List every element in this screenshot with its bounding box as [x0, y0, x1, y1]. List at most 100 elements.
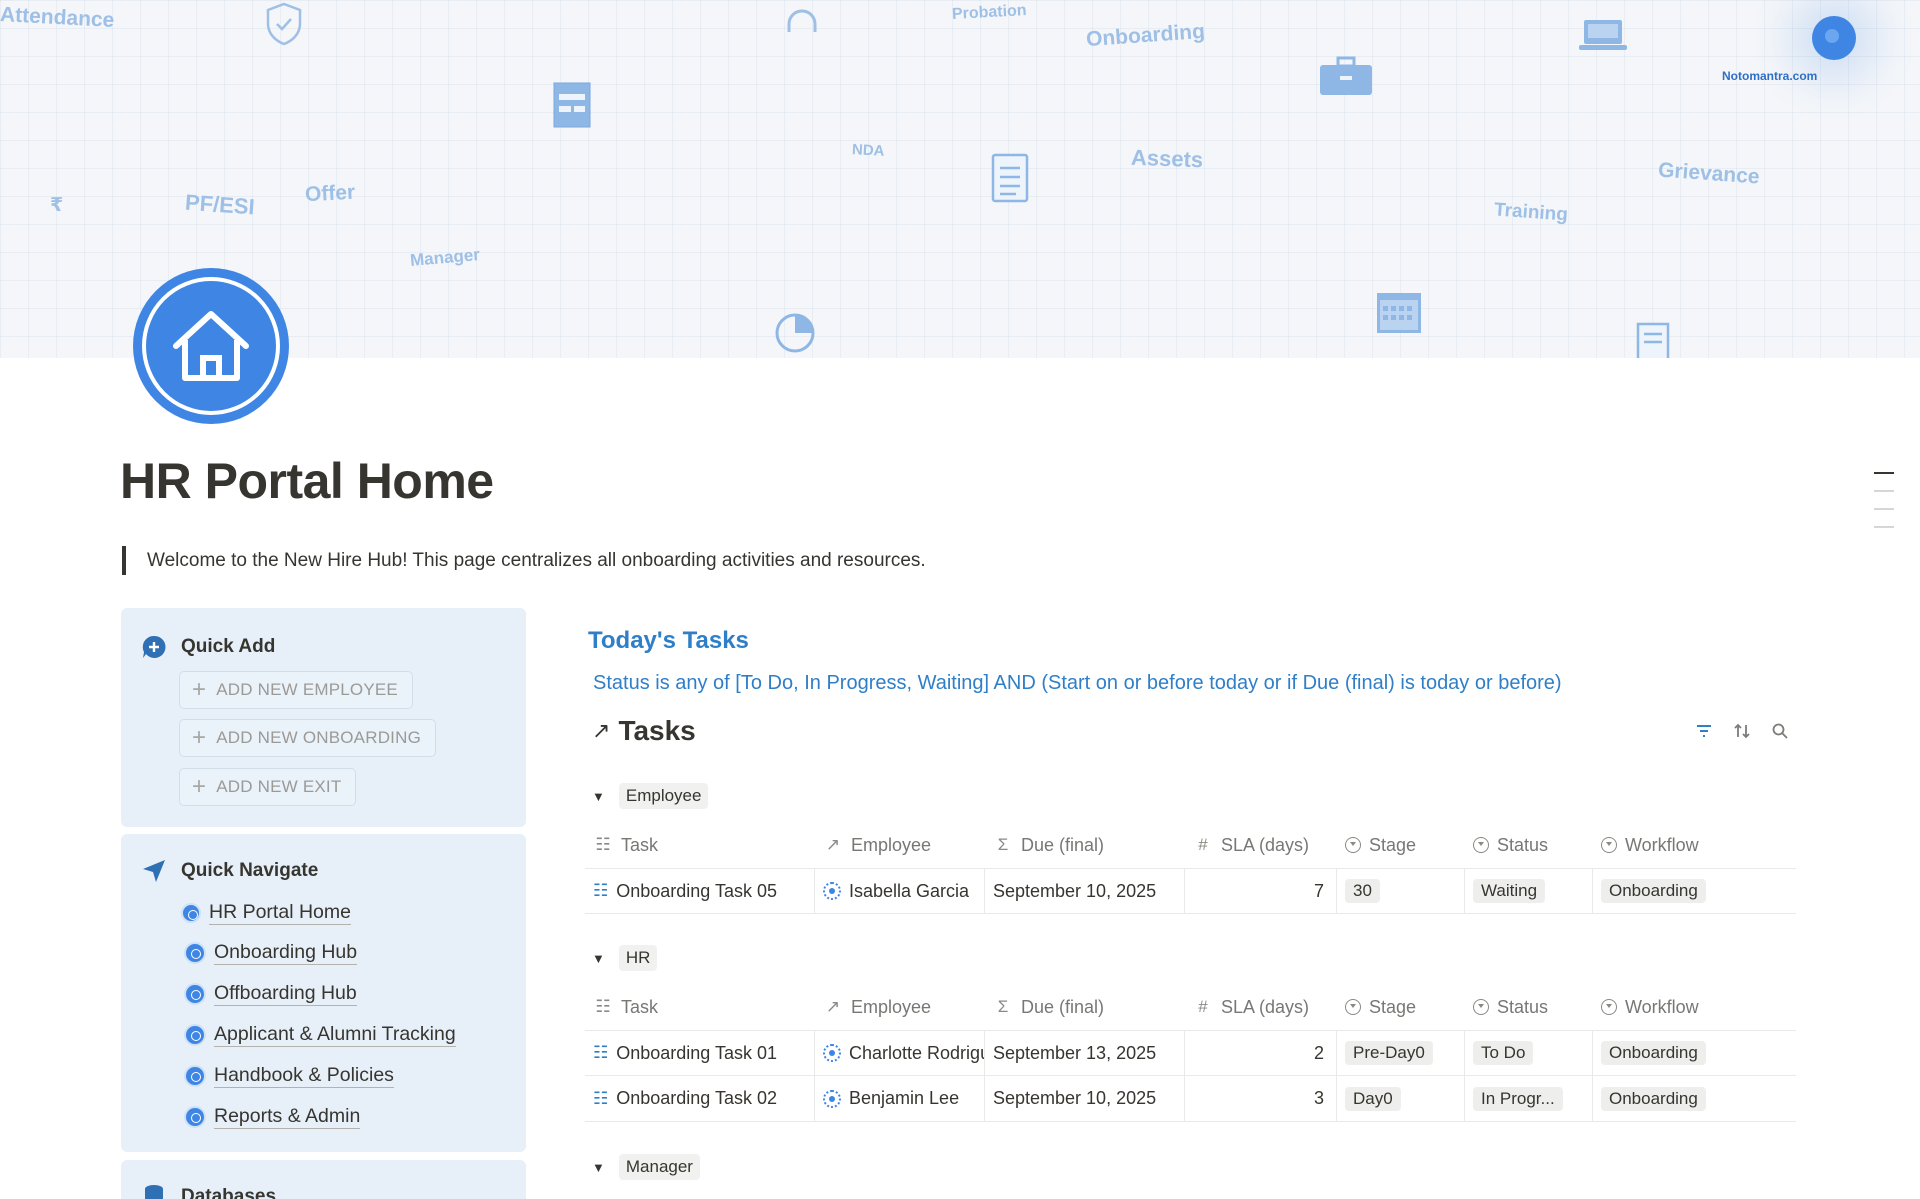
cover-word: Manager	[409, 244, 481, 271]
brand-logo-icon	[1812, 16, 1856, 60]
stage-pill: Pre-Day0	[1345, 1041, 1433, 1065]
tasks-database-title[interactable]: ↗ Tasks	[592, 715, 696, 747]
headset-icon	[787, 9, 817, 32]
navigation-arrow-icon	[143, 860, 165, 882]
employee-page-icon	[823, 882, 841, 900]
chart-icon	[184, 1105, 206, 1128]
linked-db-arrow-icon: ↗	[592, 718, 611, 743]
stage-pill: Day0	[1345, 1086, 1401, 1111]
search-icon[interactable]	[1771, 722, 1789, 740]
collapse-toggle-icon[interactable]: ▼	[592, 789, 605, 804]
sort-icon[interactable]	[1733, 722, 1751, 740]
calendar-icon	[1377, 293, 1421, 333]
nav-offboarding-hub[interactable]: Offboarding Hub	[184, 981, 357, 1006]
cover-word: Onboarding	[1085, 19, 1206, 52]
nav-hr-portal-home[interactable]: HR Portal Home	[181, 900, 351, 925]
column-header-employee[interactable]: ↗ Employee	[815, 984, 985, 1030]
column-header-sla[interactable]: # SLA (days)	[1185, 984, 1337, 1030]
select-icon	[1473, 837, 1489, 853]
cover-word: Offer	[304, 180, 356, 207]
group-header-hr[interactable]: ▼ HR	[592, 945, 658, 971]
checklist-icon	[991, 153, 1029, 203]
databases-heading: Databases	[141, 1184, 276, 1199]
sla-days: 3	[1313, 1088, 1324, 1108]
home-icon[interactable]	[133, 268, 289, 424]
select-icon	[1601, 999, 1617, 1015]
relation-icon: ↗	[825, 997, 841, 1016]
nav-handbook-policies[interactable]: Handbook & Policies	[184, 1063, 394, 1088]
nav-applicant-alumni-tracking[interactable]: Applicant & Alumni Tracking	[184, 1022, 456, 1047]
nav-reports-admin[interactable]: Reports & Admin	[184, 1104, 361, 1129]
column-header-task[interactable]: ☷ Task	[585, 984, 815, 1030]
checklist-icon: ☷	[593, 881, 609, 900]
column-header-employee[interactable]: ↗ Employee	[815, 822, 985, 868]
column-header-stage[interactable]: Stage	[1337, 984, 1465, 1030]
select-icon	[1601, 837, 1617, 853]
employee-page-icon	[823, 1089, 841, 1108]
add-new-onboarding-button[interactable]: + ADD NEW ONBOARDING	[179, 719, 436, 757]
checklist-icon: ☷	[595, 997, 611, 1016]
tracking-icon	[184, 1023, 206, 1046]
table-row[interactable]: ☷Onboarding Task 01 Charlotte Rodriguez …	[585, 1030, 1796, 1076]
cover-word: Assets	[1130, 144, 1204, 173]
column-header-status[interactable]: Status	[1465, 822, 1593, 868]
employee-name: Charlotte Rodriguez	[849, 1042, 984, 1063]
formula-icon: Σ	[997, 997, 1009, 1016]
databases-panel: Databases	[121, 1160, 526, 1199]
quick-navigate-heading: Quick Navigate	[141, 858, 318, 884]
group-header-manager[interactable]: ▼ Manager	[592, 1154, 700, 1180]
briefcase-icon	[1320, 56, 1372, 95]
welcome-quote: Welcome to the New Hire Hub! This page c…	[122, 546, 926, 575]
add-new-employee-button[interactable]: + ADD NEW EMPLOYEE	[179, 671, 413, 709]
collapse-toggle-icon[interactable]: ▼	[592, 1160, 605, 1175]
add-new-exit-button[interactable]: + ADD NEW EXIT	[179, 768, 357, 806]
select-icon	[1345, 837, 1361, 853]
table-row[interactable]: ☷ Onboarding Task 02 Benjamin Lee Septemb…	[585, 1076, 1796, 1122]
select-icon	[1473, 999, 1489, 1015]
collapse-toggle-icon[interactable]: ▼	[592, 951, 605, 966]
column-header-sla[interactable]: # SLA (days)	[1185, 822, 1337, 868]
number-icon: #	[1198, 835, 1208, 854]
employee-name: Benjamin Lee	[849, 1088, 960, 1108]
select-icon	[1345, 999, 1361, 1015]
due-date: September 10, 2025	[993, 1088, 1157, 1108]
table-of-contents-minimap[interactable]	[1874, 472, 1894, 544]
column-header-status[interactable]: Status	[1465, 984, 1593, 1030]
column-header-workflow[interactable]: Workflow	[1593, 822, 1796, 868]
column-header-due[interactable]: Σ Due (final)	[985, 822, 1185, 868]
cover-word: ₹	[50, 195, 64, 216]
workflow-pill: Onboarding	[1601, 879, 1706, 903]
page-title: HR Portal Home	[120, 453, 494, 509]
column-header-stage[interactable]: Stage	[1337, 822, 1465, 868]
status-pill: Waiting	[1473, 879, 1546, 903]
quick-add-heading: Quick Add	[141, 634, 275, 660]
task-name: Onboarding Task 05	[616, 880, 778, 901]
workflow-pill: Onboarding	[1601, 1086, 1706, 1111]
checklist-icon: ☷	[593, 1043, 609, 1062]
table-header: ☷ Task ↗ Employee Σ Due (final) # SLA (days)…	[585, 984, 1796, 1030]
form-icon	[553, 82, 591, 128]
laptop-icon	[1579, 20, 1627, 50]
view-toolbar	[1695, 722, 1789, 740]
nav-onboarding-hub[interactable]: Onboarding Hub	[184, 940, 358, 965]
column-header-workflow[interactable]: Workflow	[1593, 984, 1796, 1030]
checklist-icon: ☷	[593, 1088, 609, 1108]
checklist-icon: ☷	[595, 835, 611, 854]
pie-icon	[775, 313, 815, 353]
task-name: Onboarding Task 01	[616, 1042, 778, 1063]
book-icon	[184, 1064, 206, 1087]
filter-icon[interactable]	[1695, 722, 1713, 740]
quick-add-panel: Quick Add + ADD NEW EMPLOYEE + ADD NEW ONB…	[121, 608, 526, 827]
page-cover: Attendance Probation Onboarding NDA Asse…	[0, 0, 1920, 358]
exit-icon	[184, 982, 206, 1005]
link-arrow-icon	[181, 902, 201, 923]
person-icon	[184, 941, 206, 964]
stage-pill: 30	[1345, 879, 1380, 903]
shield-icon	[266, 2, 302, 46]
document-icon	[1636, 322, 1670, 358]
table-header: ☷ Task ↗ Employee Σ Due (final) # SLA (days)…	[585, 822, 1796, 868]
column-header-task[interactable]: ☷ Task	[585, 822, 815, 868]
column-header-due[interactable]: Σ Due (final)	[985, 984, 1185, 1030]
group-header-employee[interactable]: ▼ Employee	[592, 783, 709, 809]
table-row[interactable]: ☷ Onboarding Task 05 Isabella Garcia Sept…	[585, 868, 1796, 914]
